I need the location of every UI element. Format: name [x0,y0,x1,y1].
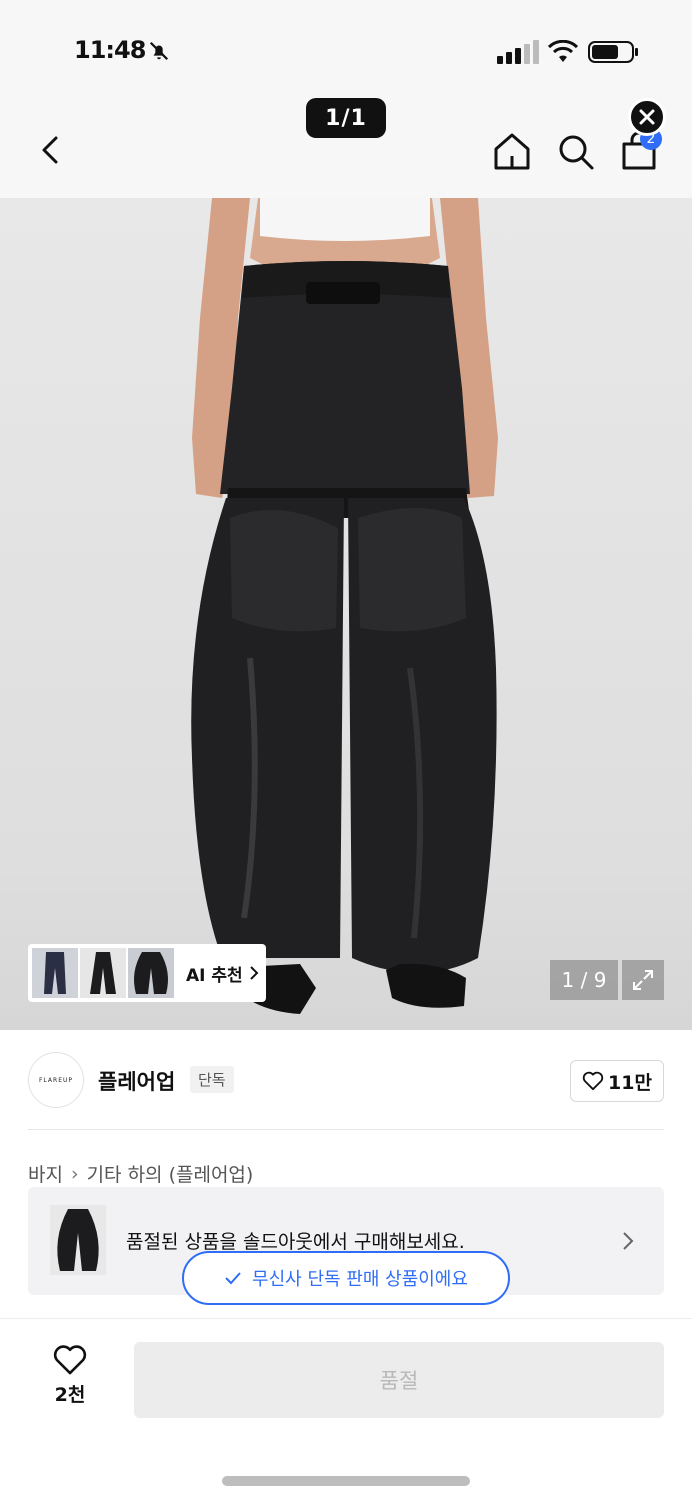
ai-thumbnail [32,948,78,998]
wishlist-button[interactable]: 2천 [40,1344,100,1414]
image-counter: 1 / 9 [550,960,618,1000]
ai-thumbnail [128,948,174,998]
brand-logo[interactable]: FLAREUP [28,1052,84,1108]
status-time: 11:48 [74,36,146,64]
brand-row: FLAREUP 플레어업 단독 11만 [0,1030,692,1130]
check-icon [225,1272,241,1285]
wifi-icon [548,40,578,62]
bell-off-icon [149,41,169,61]
close-button[interactable] [628,98,666,136]
breadcrumb-category[interactable]: 바지 [28,1160,63,1187]
chevron-right-icon [249,966,259,980]
exclusive-tag: 단독 [190,1066,234,1093]
product-image[interactable]: AI 추천 1 / 9 [0,198,692,1030]
brand-like-count: 11만 [608,1071,652,1094]
heart-icon [582,1071,604,1091]
close-icon [639,109,655,125]
banner-thumbnail [50,1205,106,1275]
page-indicator: 1/1 [306,98,386,138]
soldout-banner-text: 품절된 상품을 솔드아웃에서 구매해보세요. [126,1231,465,1253]
ai-recommend-label: AI 추천 [186,965,243,986]
back-icon[interactable] [30,130,70,170]
top-navigation: 1/1 2 [0,98,692,198]
breadcrumb-subcategory[interactable]: 기타 하의 (플레어업) [87,1160,254,1187]
search-icon[interactable] [554,130,598,174]
expand-button[interactable] [622,960,664,1000]
ai-recommend-button[interactable]: AI 추천 [28,944,266,1002]
breadcrumb: 바지 › 기타 하의 (플레어업) [28,1160,253,1187]
divider [0,1318,692,1319]
status-bar: 11:48 [0,0,692,100]
exclusive-sale-badge: 무신사 단독 판매 상품이에요 [182,1251,510,1305]
home-indicator[interactable] [222,1476,470,1486]
home-icon[interactable] [490,130,534,174]
chevron-right-icon [623,1232,634,1250]
expand-icon [633,970,653,990]
breadcrumb-separator-icon: › [70,1162,79,1185]
heart-icon [53,1345,87,1375]
product-photo [191,198,498,1014]
ai-thumbnail [80,948,126,998]
battery-icon [588,41,638,63]
wishlist-count: 2천 [54,1384,86,1406]
divider [28,1129,664,1130]
signal-icon [497,40,539,64]
brand-like-button[interactable]: 11만 [570,1060,664,1102]
exclusive-sale-label: 무신사 단독 판매 상품이에요 [252,1269,468,1290]
brand-name[interactable]: 플레어업 [98,1066,175,1096]
soldout-button[interactable]: 품절 [134,1342,664,1418]
